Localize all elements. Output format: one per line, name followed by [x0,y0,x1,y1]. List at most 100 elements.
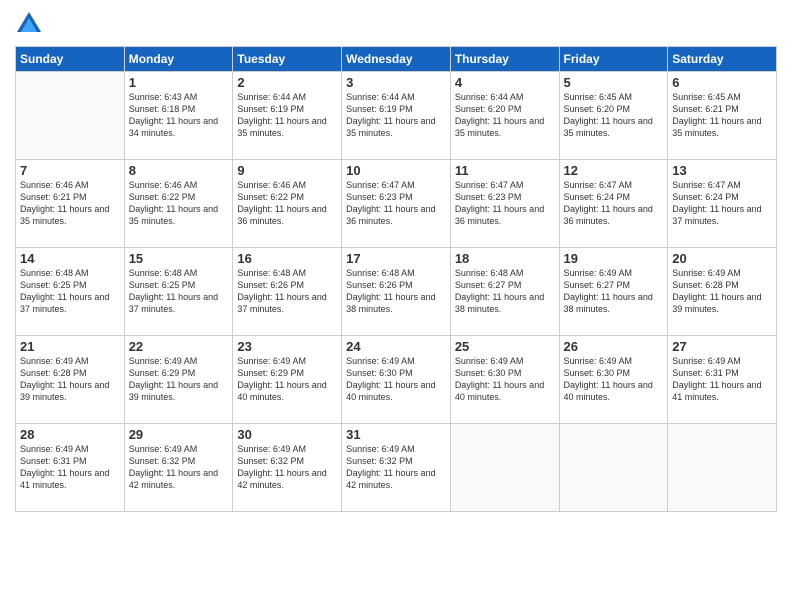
calendar-cell: 23 Sunrise: 6:49 AM Sunset: 6:29 PM Dayl… [233,336,342,424]
sunrise: Sunrise: 6:48 AM [455,268,524,278]
calendar-cell: 9 Sunrise: 6:46 AM Sunset: 6:22 PM Dayli… [233,160,342,248]
cell-info: Sunrise: 6:47 AM Sunset: 6:24 PM Dayligh… [564,179,664,228]
day-number: 25 [455,339,555,354]
day-number: 16 [237,251,337,266]
sunset: Sunset: 6:28 PM [20,368,87,378]
sunset: Sunset: 6:22 PM [237,192,304,202]
sunset: Sunset: 6:23 PM [455,192,522,202]
sunset: Sunset: 6:20 PM [564,104,631,114]
sunrise: Sunrise: 6:49 AM [237,356,306,366]
calendar-header-friday: Friday [559,47,668,72]
daylight: Daylight: 11 hours and 42 minutes. [237,468,326,490]
daylight: Daylight: 11 hours and 41 minutes. [20,468,109,490]
sunrise: Sunrise: 6:49 AM [20,444,89,454]
sunset: Sunset: 6:26 PM [346,280,413,290]
cell-info: Sunrise: 6:48 AM Sunset: 6:26 PM Dayligh… [237,267,337,316]
sunrise: Sunrise: 6:44 AM [455,92,524,102]
sunset: Sunset: 6:19 PM [237,104,304,114]
daylight: Daylight: 11 hours and 36 minutes. [237,204,326,226]
day-number: 7 [20,163,120,178]
daylight: Daylight: 11 hours and 35 minutes. [346,116,435,138]
daylight: Daylight: 11 hours and 39 minutes. [20,380,109,402]
sunrise: Sunrise: 6:49 AM [672,356,741,366]
sunset: Sunset: 6:19 PM [346,104,413,114]
sunrise: Sunrise: 6:46 AM [20,180,89,190]
day-number: 29 [129,427,229,442]
daylight: Daylight: 11 hours and 35 minutes. [455,116,544,138]
daylight: Daylight: 11 hours and 38 minutes. [346,292,435,314]
cell-info: Sunrise: 6:48 AM Sunset: 6:27 PM Dayligh… [455,267,555,316]
sunrise: Sunrise: 6:49 AM [129,356,198,366]
calendar-cell: 19 Sunrise: 6:49 AM Sunset: 6:27 PM Dayl… [559,248,668,336]
calendar-week-row-3: 14 Sunrise: 6:48 AM Sunset: 6:25 PM Dayl… [16,248,777,336]
day-number: 24 [346,339,446,354]
sunrise: Sunrise: 6:48 AM [20,268,89,278]
daylight: Daylight: 11 hours and 40 minutes. [564,380,653,402]
logo-icon [15,10,43,38]
cell-info: Sunrise: 6:49 AM Sunset: 6:28 PM Dayligh… [672,267,772,316]
cell-info: Sunrise: 6:49 AM Sunset: 6:30 PM Dayligh… [564,355,664,404]
day-number: 21 [20,339,120,354]
sunrise: Sunrise: 6:44 AM [237,92,306,102]
calendar-week-row-4: 21 Sunrise: 6:49 AM Sunset: 6:28 PM Dayl… [16,336,777,424]
daylight: Daylight: 11 hours and 39 minutes. [672,292,761,314]
calendar-cell: 3 Sunrise: 6:44 AM Sunset: 6:19 PM Dayli… [342,72,451,160]
day-number: 12 [564,163,664,178]
daylight: Daylight: 11 hours and 36 minutes. [455,204,544,226]
sunset: Sunset: 6:27 PM [455,280,522,290]
cell-info: Sunrise: 6:46 AM Sunset: 6:22 PM Dayligh… [237,179,337,228]
sunset: Sunset: 6:25 PM [129,280,196,290]
calendar-cell: 12 Sunrise: 6:47 AM Sunset: 6:24 PM Dayl… [559,160,668,248]
daylight: Daylight: 11 hours and 40 minutes. [455,380,544,402]
sunrise: Sunrise: 6:49 AM [237,444,306,454]
calendar-cell: 31 Sunrise: 6:49 AM Sunset: 6:32 PM Dayl… [342,424,451,512]
sunset: Sunset: 6:21 PM [20,192,87,202]
daylight: Daylight: 11 hours and 37 minutes. [237,292,326,314]
day-number: 8 [129,163,229,178]
sunset: Sunset: 6:30 PM [564,368,631,378]
cell-info: Sunrise: 6:47 AM Sunset: 6:23 PM Dayligh… [346,179,446,228]
cell-info: Sunrise: 6:49 AM Sunset: 6:29 PM Dayligh… [129,355,229,404]
daylight: Daylight: 11 hours and 37 minutes. [129,292,218,314]
sunrise: Sunrise: 6:49 AM [20,356,89,366]
sunrise: Sunrise: 6:47 AM [455,180,524,190]
sunrise: Sunrise: 6:45 AM [672,92,741,102]
calendar-cell: 6 Sunrise: 6:45 AM Sunset: 6:21 PM Dayli… [668,72,777,160]
sunset: Sunset: 6:28 PM [672,280,739,290]
day-number: 17 [346,251,446,266]
cell-info: Sunrise: 6:43 AM Sunset: 6:18 PM Dayligh… [129,91,229,140]
day-number: 11 [455,163,555,178]
calendar-cell: 25 Sunrise: 6:49 AM Sunset: 6:30 PM Dayl… [450,336,559,424]
sunset: Sunset: 6:26 PM [237,280,304,290]
cell-info: Sunrise: 6:47 AM Sunset: 6:23 PM Dayligh… [455,179,555,228]
daylight: Daylight: 11 hours and 35 minutes. [672,116,761,138]
cell-info: Sunrise: 6:44 AM Sunset: 6:20 PM Dayligh… [455,91,555,140]
cell-info: Sunrise: 6:49 AM Sunset: 6:32 PM Dayligh… [346,443,446,492]
calendar-cell: 4 Sunrise: 6:44 AM Sunset: 6:20 PM Dayli… [450,72,559,160]
calendar-cell: 24 Sunrise: 6:49 AM Sunset: 6:30 PM Dayl… [342,336,451,424]
day-number: 14 [20,251,120,266]
sunset: Sunset: 6:24 PM [672,192,739,202]
sunrise: Sunrise: 6:46 AM [129,180,198,190]
sunset: Sunset: 6:24 PM [564,192,631,202]
cell-info: Sunrise: 6:49 AM Sunset: 6:32 PM Dayligh… [129,443,229,492]
cell-info: Sunrise: 6:49 AM Sunset: 6:29 PM Dayligh… [237,355,337,404]
day-number: 15 [129,251,229,266]
calendar-cell: 17 Sunrise: 6:48 AM Sunset: 6:26 PM Dayl… [342,248,451,336]
day-number: 22 [129,339,229,354]
daylight: Daylight: 11 hours and 42 minutes. [346,468,435,490]
daylight: Daylight: 11 hours and 42 minutes. [129,468,218,490]
calendar-cell: 7 Sunrise: 6:46 AM Sunset: 6:21 PM Dayli… [16,160,125,248]
sunrise: Sunrise: 6:47 AM [346,180,415,190]
daylight: Daylight: 11 hours and 36 minutes. [346,204,435,226]
calendar-cell [668,424,777,512]
calendar-cell: 10 Sunrise: 6:47 AM Sunset: 6:23 PM Dayl… [342,160,451,248]
sunset: Sunset: 6:31 PM [20,456,87,466]
sunset: Sunset: 6:25 PM [20,280,87,290]
calendar-cell: 26 Sunrise: 6:49 AM Sunset: 6:30 PM Dayl… [559,336,668,424]
cell-info: Sunrise: 6:45 AM Sunset: 6:21 PM Dayligh… [672,91,772,140]
day-number: 1 [129,75,229,90]
calendar-cell: 11 Sunrise: 6:47 AM Sunset: 6:23 PM Dayl… [450,160,559,248]
sunrise: Sunrise: 6:47 AM [564,180,633,190]
sunrise: Sunrise: 6:43 AM [129,92,198,102]
